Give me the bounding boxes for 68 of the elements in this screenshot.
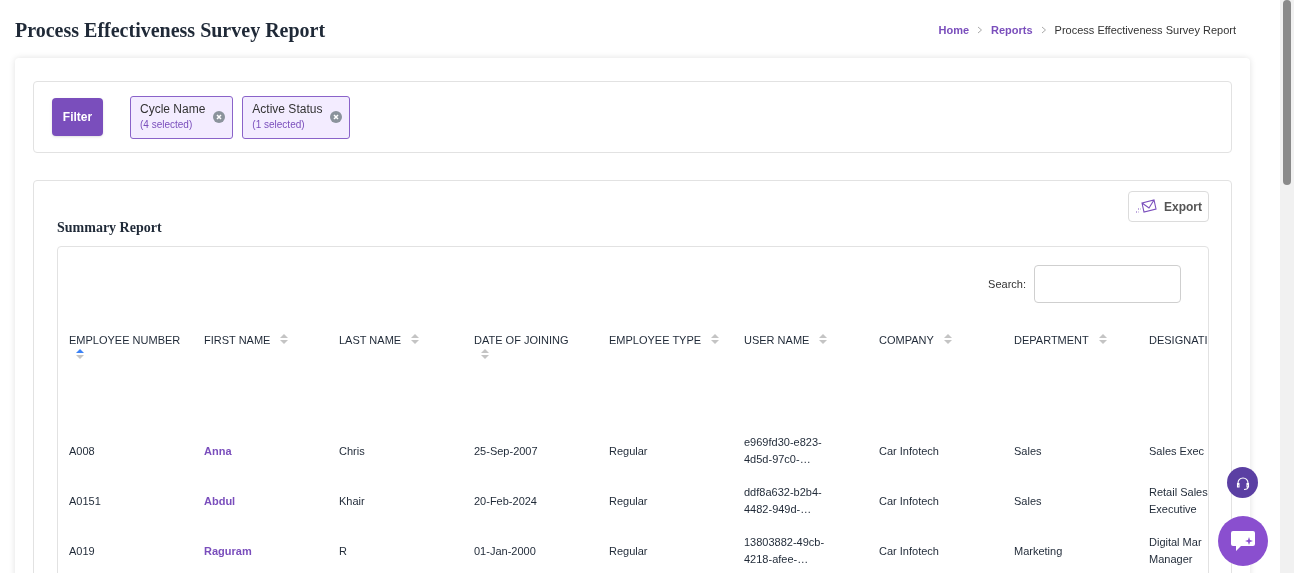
sort-icon[interactable]	[411, 333, 420, 345]
section-title: Summary Report	[57, 218, 162, 237]
chip-label: Cycle Name	[140, 102, 206, 117]
table-cell: 01-Jan-2000	[474, 544, 536, 557]
table-cell: Car Infotech	[879, 444, 939, 457]
chevron-icon	[977, 26, 984, 34]
sort-icon[interactable]	[819, 333, 828, 345]
column-header[interactable]: LAST NAME	[339, 333, 402, 347]
table-cell: 20-Feb-2024	[474, 494, 537, 507]
sort-icon[interactable]	[711, 333, 720, 345]
search-label: Search:	[988, 276, 1026, 292]
table-cell: Khair	[339, 494, 365, 507]
filter-chip[interactable]: Active Status (1 selected)	[242, 95, 351, 139]
chevron-icon	[1040, 26, 1047, 34]
column-header[interactable]: EMPLOYEE TYPE	[609, 333, 702, 347]
table-cell: A019	[69, 544, 95, 557]
sort-icon[interactable]	[280, 333, 289, 345]
table-cell: Marketing	[1014, 544, 1063, 557]
table-cell: Sales Exec	[1149, 444, 1205, 457]
sort-icon[interactable]	[76, 348, 84, 360]
table-cell: 13803882-49cb-4218-afee-…	[744, 536, 825, 565]
name-link[interactable]: Abdul	[204, 494, 236, 507]
chat-button[interactable]	[1218, 516, 1268, 566]
table-cell: e969fd30-e823-4d5d-97c0-…	[744, 436, 822, 465]
column-header[interactable]: COMPANY	[879, 333, 934, 347]
table-cell: ddf8a632-b2b4-4482-949d-…	[744, 486, 822, 515]
sort-icon[interactable]	[943, 333, 952, 345]
table-cell: Sales	[1014, 444, 1042, 457]
headset-icon	[1234, 474, 1251, 491]
table-cell: Retail Sales Executive	[1149, 486, 1208, 515]
column-header[interactable]: EMPLOYEE NUMBER	[69, 333, 181, 347]
page-title: Process Effectiveness Survey Report	[15, 18, 326, 44]
name-link[interactable]: Anna	[204, 444, 232, 457]
column-header[interactable]: DATE OF JOINING	[474, 333, 569, 347]
table-cell: Regular	[609, 494, 648, 507]
scrollbar-thumb[interactable]	[1283, 0, 1291, 185]
chat-sparkle-icon	[1230, 529, 1256, 553]
search-field[interactable]	[1034, 265, 1181, 303]
column-header[interactable]: DEPARTMENT	[1014, 333, 1089, 347]
column-header[interactable]: FIRST NAME	[204, 333, 271, 347]
table-cell: Regular	[609, 544, 648, 557]
table-cell: Car Infotech	[879, 544, 939, 557]
table-cell: Car Infotech	[879, 494, 939, 507]
breadcrumb-link[interactable]: Home	[938, 21, 970, 39]
filter-chip[interactable]: Cycle Name (4 selected)	[130, 95, 234, 139]
chip-count: (4 selected)	[140, 118, 194, 132]
chip-label: Active Status	[252, 102, 323, 117]
remove-icon[interactable]	[213, 111, 226, 123]
sort-icon[interactable]	[1098, 333, 1107, 345]
remove-icon[interactable]	[330, 111, 343, 123]
breadcrumb-current: Process Effectiveness Survey Report	[1054, 22, 1236, 38]
filter-button[interactable]: Filter	[52, 98, 103, 136]
breadcrumb-link[interactable]: Reports	[991, 21, 1033, 39]
envelope-icon	[1135, 198, 1157, 215]
sort-icon[interactable]	[481, 348, 489, 360]
column-header[interactable]: DESIGNATI	[1149, 333, 1208, 347]
table-cell: Regular	[609, 444, 648, 457]
table-cell: Sales	[1014, 494, 1042, 507]
table-cell: 25-Sep-2007	[474, 444, 538, 457]
column-header[interactable]: USER NAME	[744, 333, 810, 347]
chip-count: (1 selected)	[252, 118, 306, 132]
table-cell: R	[339, 544, 347, 557]
table-cell: A0151	[69, 494, 101, 507]
name-link[interactable]: Raguram	[204, 544, 252, 557]
table-cell: Chris	[339, 444, 365, 457]
table-cell: Digital Mar Manager	[1149, 536, 1202, 565]
export-button[interactable]: Export	[1128, 191, 1209, 222]
table-cell: A008	[69, 444, 95, 457]
